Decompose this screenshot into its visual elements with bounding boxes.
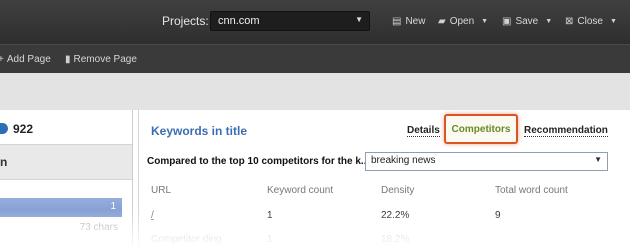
keywords-panel: Keywords in title Details Competitors Re… xyxy=(138,110,630,247)
compare-label: Compared to the top 10 competitors for t… xyxy=(147,156,370,167)
panel-title: Keywords in title xyxy=(151,124,248,138)
row-total-word-count: 9 xyxy=(495,210,501,221)
chevron-down-icon: ▼ xyxy=(594,155,602,164)
col-header-density[interactable]: Density xyxy=(381,185,414,196)
tab-competitors-label: Competitors xyxy=(451,124,511,135)
row-url-link[interactable]: Competitor ding xyxy=(151,234,222,245)
save-icon: ▣ xyxy=(502,16,512,27)
new-button-label: New xyxy=(405,16,426,27)
close-button-label: Close xyxy=(577,16,603,27)
open-button[interactable]: ▰ Open ▼ xyxy=(438,16,488,27)
left-column-header-label: n xyxy=(0,155,8,169)
title-length: 73 chars xyxy=(79,222,118,233)
close-caret-icon: ▼ xyxy=(609,18,617,25)
trash-icon: ▮ xyxy=(65,54,71,65)
tab-competitors[interactable]: Competitors xyxy=(444,114,518,144)
project-select[interactable]: cnn.com ▼ xyxy=(210,11,370,31)
projects-label: Projects: xyxy=(162,14,209,28)
row-keyword-count: 1 xyxy=(267,234,273,245)
col-header-total-word-count[interactable]: Total word count xyxy=(495,185,568,196)
save-button-label: Save xyxy=(515,16,539,27)
selected-factor-row[interactable]: 1 xyxy=(0,198,122,217)
document-icon: ▤ xyxy=(392,16,402,27)
left-panel: 922 n 1 73 chars xyxy=(0,110,133,247)
keyword-select[interactable]: breaking news ▼ xyxy=(365,152,608,171)
selected-factor-value: 1 xyxy=(110,201,116,212)
row-keyword-count: 1 xyxy=(267,210,273,221)
left-column-header: n xyxy=(0,144,132,180)
project-select-value: cnn.com xyxy=(218,15,260,27)
chevron-down-icon: ▼ xyxy=(355,15,363,24)
open-button-label: Open xyxy=(449,16,475,27)
row-density: 18.2% xyxy=(381,234,410,245)
add-page-button[interactable]: + Add Page xyxy=(0,54,51,65)
remove-page-button[interactable]: ▮ Remove Page xyxy=(65,54,137,65)
col-header-url[interactable]: URL xyxy=(151,185,171,196)
close-icon: ⊠ xyxy=(565,16,574,27)
row-density: 22.2% xyxy=(381,210,410,221)
plus-icon: + xyxy=(0,54,4,65)
page-score: 922 xyxy=(0,122,33,136)
folder-icon: ▰ xyxy=(438,16,446,27)
save-caret-icon: ▼ xyxy=(545,18,553,25)
save-button[interactable]: ▣ Save ▼ xyxy=(502,16,552,27)
page-score-value: 922 xyxy=(13,122,34,136)
new-button[interactable]: ▤ New xyxy=(392,16,425,27)
tab-details[interactable]: Details xyxy=(407,125,440,137)
page-toolbar: + Add Page ▮ Remove Page xyxy=(0,44,630,74)
col-header-keyword-count[interactable]: Keyword count xyxy=(267,185,333,196)
keyword-select-value: breaking news xyxy=(371,155,436,166)
content-header-strip xyxy=(0,73,630,110)
row-url-link[interactable]: / xyxy=(151,210,154,221)
remove-page-label: Remove Page xyxy=(73,54,137,65)
add-page-label: Add Page xyxy=(6,54,51,65)
open-caret-icon: ▼ xyxy=(481,18,489,25)
score-icon xyxy=(0,123,8,134)
close-button[interactable]: ⊠ Close ▼ xyxy=(565,16,617,27)
tab-recommendation[interactable]: Recommendation xyxy=(524,125,608,137)
top-toolbar: Projects: cnn.com ▼ ▤ New ▰ Open ▼ ▣ Sav… xyxy=(0,0,630,44)
